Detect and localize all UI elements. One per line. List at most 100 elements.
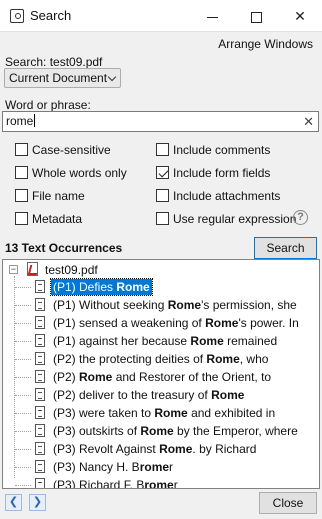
minimize-button[interactable] bbox=[190, 0, 234, 32]
result-suffix: r bbox=[173, 478, 178, 489]
result-suffix: . by Richard bbox=[192, 442, 257, 456]
list-item[interactable]: (P3) outskirts of Rome by the Emperor, w… bbox=[3, 422, 319, 440]
result-match: Rome bbox=[116, 280, 150, 294]
previous-result-button[interactable]: ❮ bbox=[5, 494, 22, 511]
result-match: rome bbox=[144, 478, 174, 489]
page-icon bbox=[35, 424, 45, 437]
next-result-button[interactable]: ❯ bbox=[29, 494, 46, 511]
option-label: Include attachments bbox=[173, 189, 281, 203]
list-item[interactable]: (P1) against her because Rome remained bbox=[3, 332, 319, 350]
tree-connector bbox=[15, 377, 31, 378]
result-match: Rome bbox=[211, 388, 245, 402]
result-match: rome bbox=[139, 460, 170, 474]
tree-connector bbox=[15, 323, 31, 324]
page-icon bbox=[35, 352, 45, 365]
result-match: Rome bbox=[190, 334, 224, 348]
result-suffix: by the Emperor, where bbox=[173, 424, 298, 438]
arrange-windows-link[interactable]: Arrange Windows bbox=[218, 37, 313, 51]
include-attachments-checkbox[interactable] bbox=[156, 189, 169, 202]
result-text: (P1) Without seeking Rome's permission, … bbox=[51, 297, 299, 313]
list-item[interactable]: (P3) were taken to Rome and exhibited in bbox=[3, 404, 319, 422]
tree-connector bbox=[15, 359, 31, 360]
option-label: Case-sensitive bbox=[32, 143, 111, 157]
option-label: Metadata bbox=[32, 212, 83, 226]
include-comments-checkbox[interactable] bbox=[156, 143, 169, 156]
collapse-icon[interactable]: − bbox=[9, 265, 18, 274]
list-item[interactable]: (P3) Nancy H. Bromer bbox=[3, 458, 319, 476]
page-icon bbox=[35, 406, 45, 419]
result-suffix: and exhibited in bbox=[187, 406, 276, 420]
result-match: Rome bbox=[206, 352, 240, 366]
results-tree[interactable]: − test09.pdf (P1) Defies Rome (P1) Withou… bbox=[2, 259, 320, 489]
tree-connector bbox=[15, 305, 31, 306]
page-icon bbox=[35, 460, 45, 473]
result-suffix: remained bbox=[223, 334, 278, 348]
chevron-down-icon bbox=[107, 72, 117, 82]
result-prefix: (P3) outskirts of bbox=[53, 424, 141, 438]
clear-input-icon[interactable]: ✕ bbox=[303, 112, 314, 131]
tree-connector bbox=[15, 341, 31, 342]
list-item[interactable]: (P3) Richard F. Bromer bbox=[3, 476, 319, 489]
metadata-checkbox[interactable] bbox=[15, 212, 28, 225]
close-button[interactable]: Close bbox=[259, 492, 317, 514]
result-text: (P3) were taken to Rome and exhibited in bbox=[51, 405, 277, 421]
option-label: Include form fields bbox=[173, 166, 271, 180]
result-match: Rome bbox=[159, 442, 193, 456]
file-name-checkbox[interactable] bbox=[15, 189, 28, 202]
include-form-fields-checkbox[interactable] bbox=[156, 166, 169, 179]
result-prefix: (P1) sensed a weakening of bbox=[53, 316, 206, 330]
right-arrow-icon: ❯ bbox=[32, 496, 43, 508]
result-text: (P3) outskirts of Rome by the Emperor, w… bbox=[51, 423, 300, 439]
result-text: (P2) deliver to the treasury of Rome bbox=[51, 387, 246, 403]
result-prefix: (P1) against her because bbox=[53, 334, 191, 348]
result-text: (P3) Nancy H. Bromer bbox=[51, 459, 175, 475]
case-sensitive-checkbox[interactable] bbox=[15, 143, 28, 156]
regular-expression-checkbox[interactable] bbox=[156, 212, 169, 225]
result-suffix: 's permission, she bbox=[201, 298, 297, 312]
result-prefix: (P1) Without seeking bbox=[53, 298, 168, 312]
scope-dropdown[interactable]: Current Document bbox=[4, 68, 121, 88]
result-match: Rome bbox=[167, 298, 202, 312]
phrase-input[interactable]: rome ✕ bbox=[2, 111, 319, 132]
list-item[interactable]: (P2) deliver to the treasury of Rome bbox=[3, 386, 319, 404]
page-icon bbox=[35, 280, 45, 293]
close-window-button[interactable]: ✕ bbox=[278, 0, 322, 32]
help-icon[interactable]: ? bbox=[293, 210, 308, 225]
result-prefix: (P2) bbox=[53, 370, 80, 384]
window-title: Search bbox=[30, 8, 72, 23]
result-match: Rome bbox=[140, 424, 174, 438]
result-match: Rome bbox=[154, 406, 188, 420]
list-item[interactable]: (P1) sensed a weakening of Rome's power.… bbox=[3, 314, 319, 332]
result-text: (P1) Defies Rome bbox=[50, 278, 153, 296]
page-icon bbox=[35, 478, 45, 488]
whole-words-checkbox[interactable] bbox=[15, 166, 28, 179]
list-item[interactable]: (P2) Rome and Restorer of the Orient, to bbox=[3, 368, 319, 386]
text-caret bbox=[34, 114, 36, 127]
result-suffix: , who bbox=[239, 352, 269, 366]
tree-connector bbox=[15, 287, 31, 288]
result-text: (P3) Richard F. Bromer bbox=[51, 477, 180, 489]
result-suffix: and Restorer of the Orient, to bbox=[112, 370, 272, 384]
page-icon bbox=[35, 442, 45, 455]
result-suffix: 's power. In bbox=[238, 316, 299, 330]
option-label: File name bbox=[32, 189, 85, 203]
page-icon bbox=[35, 388, 45, 401]
result-text: (P1) against her because Rome remained bbox=[51, 333, 279, 349]
result-text: (P1) sensed a weakening of Rome's power.… bbox=[51, 315, 301, 331]
maximize-button[interactable] bbox=[234, 0, 278, 32]
result-prefix: (P1) Defies bbox=[53, 280, 117, 294]
list-item[interactable]: (P3) Revolt Against Rome. by Richard bbox=[3, 440, 319, 458]
occurrences-count: 13 Text Occurrences bbox=[5, 241, 123, 255]
list-item[interactable]: (P2) the protecting deities of Rome, who bbox=[3, 350, 319, 368]
search-button[interactable]: Search bbox=[254, 237, 317, 259]
option-label: Use regular expression bbox=[173, 212, 297, 226]
list-item[interactable]: (P1) Defies Rome bbox=[3, 278, 319, 296]
result-text: (P3) Revolt Against Rome. by Richard bbox=[51, 441, 258, 457]
list-item[interactable]: (P1) Without seeking Rome's permission, … bbox=[3, 296, 319, 314]
result-text: (P2) Rome and Restorer of the Orient, to bbox=[51, 369, 273, 385]
result-text: (P2) the protecting deities of Rome, who bbox=[51, 351, 270, 367]
tree-connector bbox=[15, 485, 31, 486]
result-prefix: (P3) were taken to bbox=[53, 406, 155, 420]
page-icon bbox=[35, 334, 45, 347]
close-icon: ✕ bbox=[294, 8, 306, 24]
